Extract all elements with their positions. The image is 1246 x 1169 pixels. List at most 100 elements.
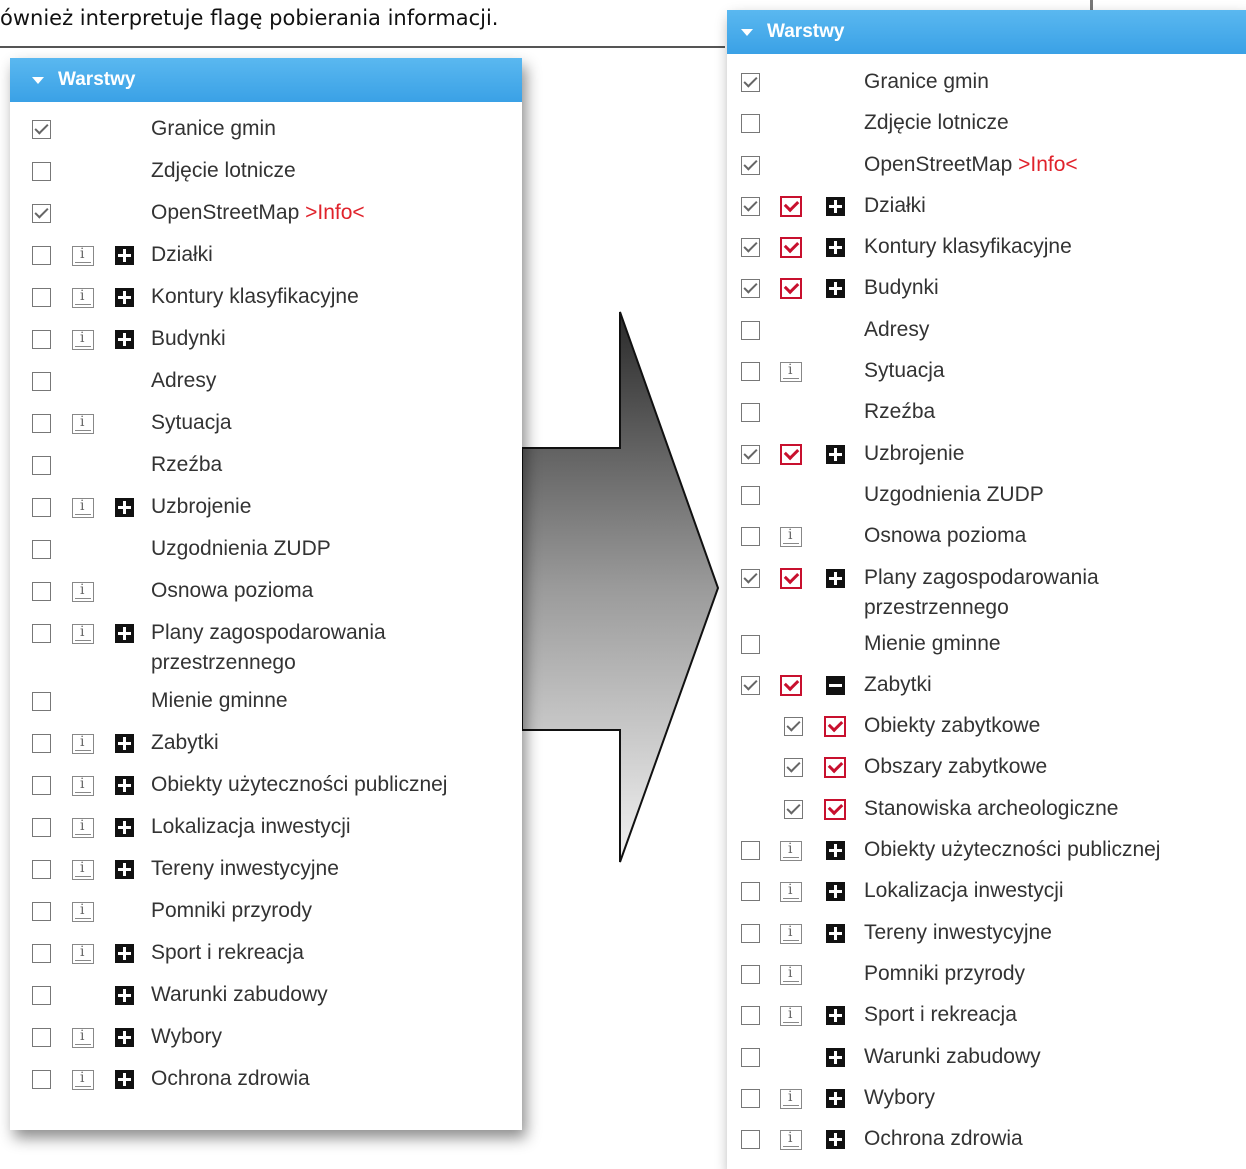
layer-checkbox[interactable] [32, 288, 51, 307]
layer-checkbox[interactable] [741, 527, 760, 547]
layer-checkbox[interactable] [32, 540, 51, 559]
download-flag-icon[interactable] [780, 237, 802, 259]
layer-checkbox[interactable] [784, 758, 803, 778]
layer-info-icon[interactable] [72, 624, 94, 644]
layer-info-icon[interactable] [780, 1088, 802, 1109]
expand-plus-icon[interactable] [826, 279, 845, 299]
layer-info-icon[interactable] [780, 362, 802, 383]
expand-plus-icon[interactable] [115, 624, 134, 643]
download-flag-icon[interactable] [780, 674, 802, 696]
layer-checkbox[interactable] [741, 279, 760, 299]
expand-plus-icon[interactable] [115, 1070, 134, 1089]
layer-checkbox[interactable] [32, 734, 51, 753]
layer-info-icon[interactable] [72, 944, 94, 964]
download-flag-icon[interactable] [824, 716, 846, 738]
layer-checkbox[interactable] [741, 403, 760, 423]
layer-checkbox[interactable] [32, 204, 51, 223]
layer-checkbox[interactable] [32, 498, 51, 517]
expand-plus-icon[interactable] [826, 882, 845, 902]
layer-info-icon[interactable] [72, 498, 94, 518]
layer-info-icon[interactable] [780, 964, 802, 985]
expand-plus-icon[interactable] [115, 498, 134, 517]
layer-checkbox[interactable] [32, 692, 51, 711]
layer-checkbox[interactable] [32, 1028, 51, 1047]
layer-info-icon[interactable] [72, 330, 94, 350]
layer-checkbox[interactable] [741, 1130, 760, 1150]
layer-checkbox[interactable] [32, 776, 51, 795]
expand-plus-icon[interactable] [826, 923, 845, 943]
layer-checkbox[interactable] [741, 964, 760, 984]
layer-info-icon[interactable] [72, 414, 94, 434]
expand-plus-icon[interactable] [115, 1028, 134, 1047]
layer-checkbox[interactable] [741, 923, 760, 943]
download-flag-icon[interactable] [780, 195, 802, 217]
layer-info-icon[interactable] [780, 1130, 802, 1151]
layer-checkbox[interactable] [741, 1006, 760, 1026]
layer-checkbox[interactable] [32, 372, 51, 391]
layer-checkbox[interactable] [784, 799, 803, 819]
expand-plus-icon[interactable] [826, 1130, 845, 1150]
layer-checkbox[interactable] [741, 634, 760, 654]
layer-checkbox[interactable] [32, 1070, 51, 1089]
layer-checkbox[interactable] [32, 162, 51, 181]
download-flag-icon[interactable] [780, 443, 802, 465]
layers-panel-header[interactable]: Warstwy [727, 10, 1246, 54]
layer-info-icon[interactable] [72, 1070, 94, 1090]
layer-checkbox[interactable] [741, 320, 760, 340]
download-flag-icon[interactable] [780, 278, 802, 300]
expand-plus-icon[interactable] [115, 986, 134, 1005]
layer-checkbox[interactable] [32, 414, 51, 433]
layer-checkbox[interactable] [741, 1088, 760, 1108]
expand-plus-icon[interactable] [115, 330, 134, 349]
layers-panel-header[interactable]: Warstwy [10, 58, 522, 102]
layer-checkbox[interactable] [741, 568, 760, 588]
expand-plus-icon[interactable] [826, 841, 845, 861]
expand-plus-icon[interactable] [826, 1006, 845, 1026]
expand-plus-icon[interactable] [826, 238, 845, 258]
expand-plus-icon[interactable] [826, 568, 845, 588]
download-flag-icon[interactable] [780, 567, 802, 589]
layer-info-icon[interactable] [780, 923, 802, 944]
layer-checkbox[interactable] [32, 986, 51, 1005]
collapse-caret-icon[interactable] [32, 76, 44, 84]
collapse-minus-icon[interactable] [826, 675, 845, 695]
layer-checkbox[interactable] [741, 841, 760, 861]
layer-info-icon[interactable] [72, 860, 94, 880]
layer-checkbox[interactable] [741, 485, 760, 505]
layer-checkbox[interactable] [32, 944, 51, 963]
layer-info-icon[interactable] [72, 776, 94, 796]
layer-checkbox[interactable] [32, 624, 51, 643]
expand-plus-icon[interactable] [115, 734, 134, 753]
layer-checkbox[interactable] [32, 456, 51, 475]
layer-checkbox[interactable] [741, 196, 760, 216]
layer-checkbox[interactable] [741, 238, 760, 258]
layer-info-icon[interactable] [72, 582, 94, 602]
layer-info-icon[interactable] [72, 1028, 94, 1048]
layer-info-icon[interactable] [72, 818, 94, 838]
expand-plus-icon[interactable] [115, 246, 134, 265]
expand-plus-icon[interactable] [115, 288, 134, 307]
layer-checkbox[interactable] [32, 120, 51, 139]
download-flag-icon[interactable] [824, 757, 846, 779]
layer-checkbox[interactable] [32, 330, 51, 349]
layer-checkbox[interactable] [741, 675, 760, 695]
layer-checkbox[interactable] [32, 860, 51, 879]
expand-plus-icon[interactable] [115, 776, 134, 795]
expand-plus-icon[interactable] [115, 860, 134, 879]
layer-checkbox[interactable] [741, 155, 760, 175]
layer-info-icon[interactable] [72, 246, 94, 266]
layer-checkbox[interactable] [32, 246, 51, 265]
layer-info-icon[interactable] [780, 527, 802, 548]
layer-checkbox[interactable] [32, 582, 51, 601]
expand-plus-icon[interactable] [115, 944, 134, 963]
layer-info-icon[interactable] [780, 841, 802, 862]
layer-checkbox[interactable] [32, 818, 51, 837]
expand-plus-icon[interactable] [826, 196, 845, 216]
layer-checkbox[interactable] [741, 444, 760, 464]
layer-info-icon[interactable] [780, 1006, 802, 1027]
expand-plus-icon[interactable] [115, 818, 134, 837]
layer-info-icon[interactable] [780, 882, 802, 903]
expand-plus-icon[interactable] [826, 1047, 845, 1067]
layer-info-icon[interactable] [72, 902, 94, 922]
layer-checkbox[interactable] [741, 73, 760, 92]
